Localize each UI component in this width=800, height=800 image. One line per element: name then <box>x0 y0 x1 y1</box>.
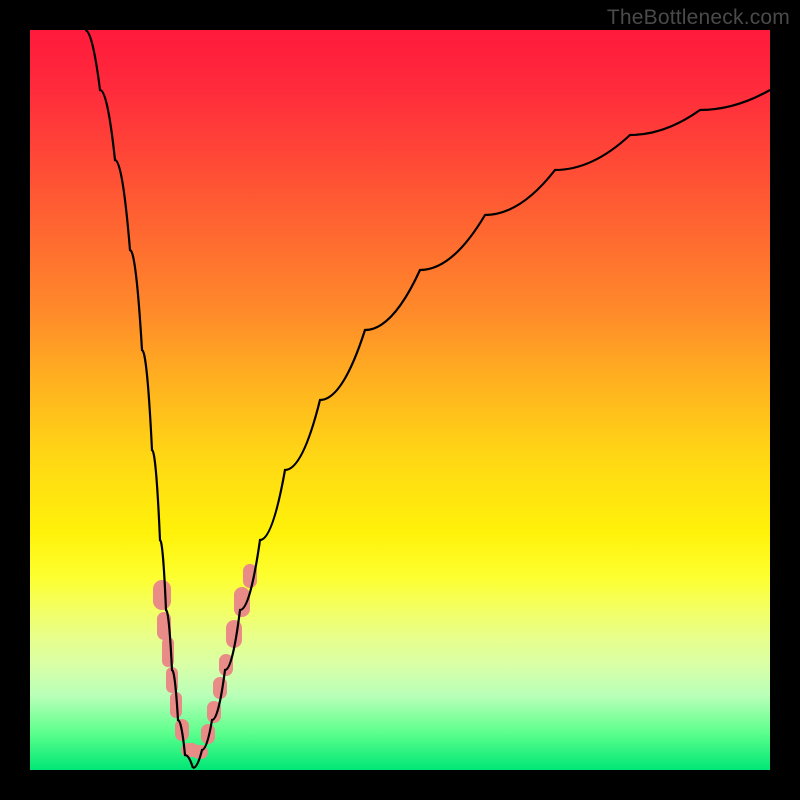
plot-area <box>30 30 770 770</box>
sample-marker <box>153 580 171 610</box>
chart-frame: TheBottleneck.com <box>0 0 800 800</box>
bottleneck-curve-right <box>193 90 770 768</box>
sample-marker <box>219 654 233 676</box>
chart-svg <box>30 30 770 770</box>
sample-marker <box>213 677 227 699</box>
marker-layer <box>153 564 257 759</box>
watermark-text: TheBottleneck.com <box>607 6 790 30</box>
bottleneck-curve-left <box>85 30 193 768</box>
